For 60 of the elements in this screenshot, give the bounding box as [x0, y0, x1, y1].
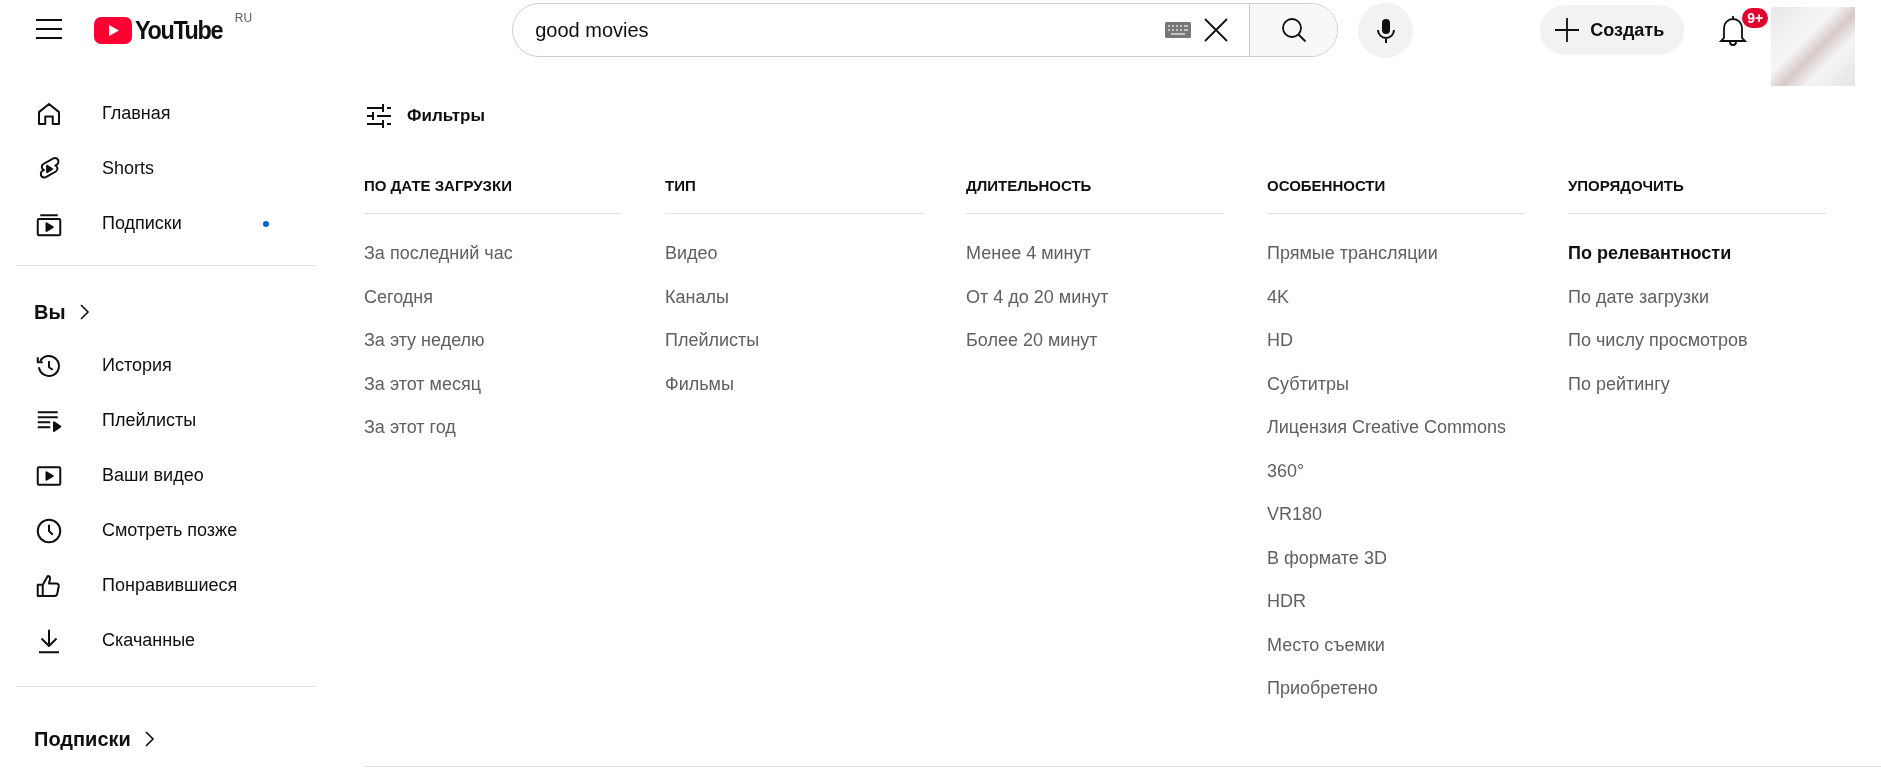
filter-option[interactable]: За эту неделю [364, 319, 622, 363]
filter-option[interactable]: Менее 4 минут [966, 232, 1224, 276]
filter-option[interactable]: За этот год [364, 406, 622, 450]
filter-option[interactable]: Плейлисты [665, 319, 923, 363]
filter-group-heading: ДЛИТЕЛЬНОСТЬ [966, 176, 1092, 194]
sidebar-item[interactable]: Плейлисты [16, 393, 298, 448]
filter-group-heading: УПОРЯДОЧИТЬ [1568, 176, 1684, 194]
filter-option[interactable]: Субтитры [1267, 362, 1525, 406]
sidebar-item[interactable]: История [16, 338, 298, 393]
filter-option[interactable]: От 4 до 20 минут [966, 275, 1224, 319]
filter-option[interactable]: В формате 3D [1267, 536, 1525, 580]
filter-option[interactable]: Приобретено [1267, 667, 1525, 711]
menu-icon[interactable] [34, 18, 64, 40]
filter-group-heading: ПО ДАТЕ ЗАГРУЗКИ [364, 176, 512, 194]
filters-button[interactable]: Фильтры [364, 96, 485, 136]
filter-option[interactable]: За этот месяц [364, 362, 622, 406]
create-button[interactable]: Создать [1540, 5, 1685, 55]
filter-option[interactable]: 4K [1267, 275, 1525, 319]
filter-option[interactable]: За последний час [364, 232, 622, 276]
filter-option[interactable]: Каналы [665, 275, 923, 319]
bell-icon[interactable] [1718, 14, 1749, 46]
filter-option[interactable]: По релевантности [1568, 232, 1826, 276]
filter-option[interactable]: Видео [665, 232, 923, 276]
chevron-right-icon[interactable] [77, 303, 92, 321]
sidebar-item[interactable]: Shorts [16, 141, 298, 196]
sidebar-item[interactable]: Понравившиеся [16, 558, 298, 613]
section-title[interactable]: Вы [34, 300, 66, 324]
filter-option[interactable]: 360° [1267, 449, 1525, 493]
notification-badge: 9+ [1742, 8, 1769, 28]
play-logo-icon[interactable] [94, 17, 132, 44]
sidebar-item[interactable]: Главная [16, 86, 298, 141]
filter-option[interactable]: Прямые трансляции [1267, 232, 1525, 276]
chevron-right-icon[interactable] [142, 730, 157, 748]
region-code: RU [234, 11, 253, 25]
sidebar-item[interactable]: Скачанные [16, 613, 298, 668]
filter-option[interactable]: Сегодня [364, 275, 622, 319]
section-title[interactable]: Подписки [34, 727, 131, 751]
filter-group-heading: ТИП [665, 176, 696, 194]
sidebar-item[interactable]: Смотреть позже [16, 503, 298, 558]
filter-option[interactable]: HD [1267, 319, 1525, 363]
filter-option[interactable]: VR180 [1267, 493, 1525, 537]
keyboard-icon[interactable] [1165, 22, 1192, 38]
filter-option[interactable]: Фильмы [665, 362, 923, 406]
filter-option[interactable]: Лицензия Creative Commons [1267, 406, 1525, 450]
search-input[interactable]: good movies [513, 17, 1166, 43]
filter-option[interactable]: Место съемки [1267, 623, 1525, 667]
sidebar-item[interactable]: Ваши видео [16, 448, 298, 503]
filter-option[interactable]: HDR [1267, 580, 1525, 624]
filter-group-heading: ОСОБЕННОСТИ [1267, 176, 1386, 194]
search-button[interactable] [1249, 4, 1338, 56]
filter-option[interactable]: По рейтингу [1568, 362, 1826, 406]
sliders-icon [365, 102, 393, 130]
logo-text[interactable]: YouTube [135, 15, 223, 46]
filter-option[interactable]: По числу просмотров [1568, 319, 1826, 363]
search-icon [1279, 16, 1308, 44]
plus-icon [1554, 17, 1581, 43]
filter-option[interactable]: Более 20 минут [966, 319, 1224, 363]
sidebar-item[interactable]: Подписки [16, 196, 298, 251]
close-icon[interactable] [1203, 17, 1230, 43]
filter-option[interactable]: По дате загрузки [1568, 275, 1826, 319]
